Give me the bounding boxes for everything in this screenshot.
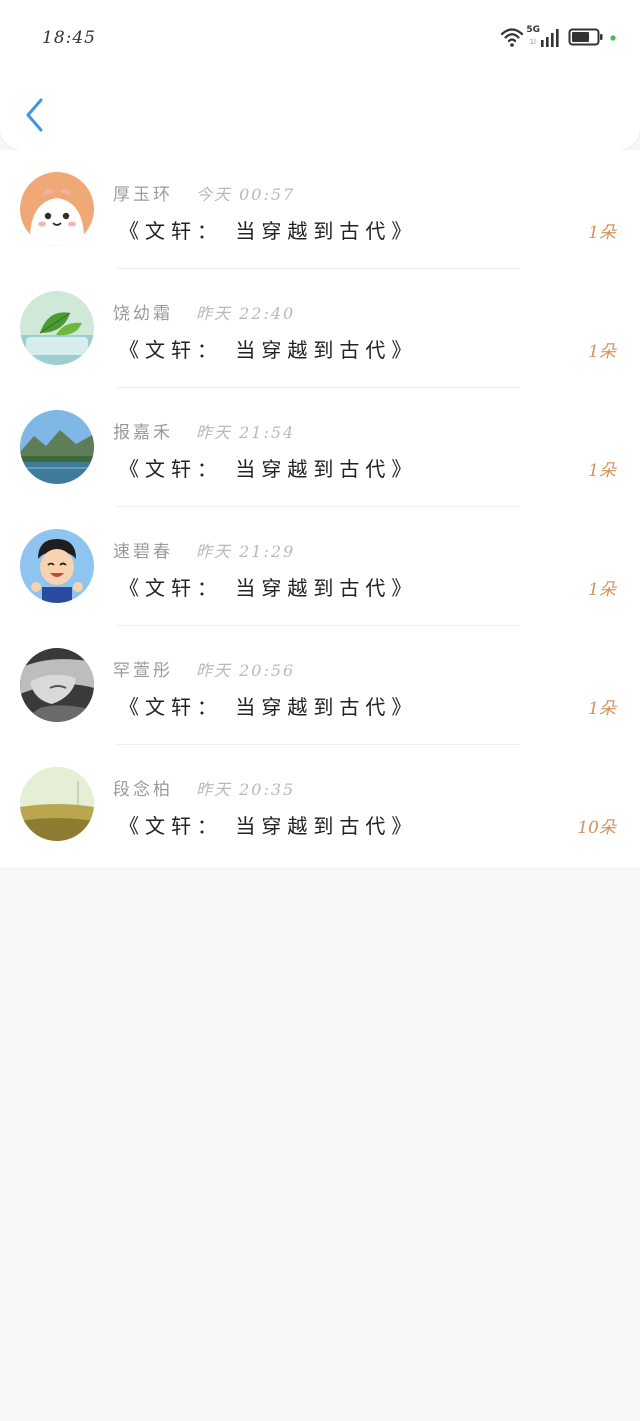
flower-count: 1朵 — [588, 342, 616, 362]
book-title: 《文轩： 当穿越到古代》 — [119, 338, 418, 362]
book-title: 《文轩： 当穿越到古代》 — [119, 457, 418, 481]
record-time: 昨天 21:29 — [196, 542, 296, 561]
user-name: 饶幼霜 — [113, 304, 173, 324]
flower-record-list: 厚玉环 今天 00:57 《文轩： 当穿越到古代》 1朵 饶幼霜 昨天 22:4… — [0, 150, 640, 867]
field-landscape-avatar-icon — [20, 767, 94, 841]
avatar[interactable] — [20, 648, 94, 722]
wifi-icon — [500, 28, 524, 47]
avatar[interactable] — [20, 172, 94, 246]
flower-count: 1朵 — [588, 223, 616, 243]
network-activity-label: 1l — [529, 38, 536, 46]
record-time: 今天 00:57 — [196, 185, 296, 204]
top-bar: 18:45 5G 1l — [0, 0, 640, 150]
chevron-left-icon — [26, 98, 43, 132]
mountain-lake-avatar-icon — [20, 410, 94, 484]
flower-count: 1朵 — [588, 580, 616, 600]
avatar[interactable] — [20, 767, 94, 841]
user-name: 段念柏 — [113, 780, 173, 800]
record-time: 昨天 20:56 — [196, 661, 296, 680]
network-type-label: 5G — [526, 25, 540, 35]
avatar[interactable] — [20, 410, 94, 484]
user-name: 速碧春 — [113, 542, 173, 562]
green-leaf-avatar-icon — [20, 291, 94, 365]
cartoon-boy-avatar-icon — [20, 529, 94, 603]
book-title: 《文轩： 当穿越到古代》 — [119, 695, 418, 719]
record-time: 昨天 21:54 — [196, 423, 296, 442]
list-item[interactable]: 段念柏 昨天 20:35 《文轩： 当穿越到古代》 10朵 — [0, 745, 640, 864]
avatar[interactable] — [20, 291, 94, 365]
status-time: 18:45 — [42, 28, 96, 48]
monochrome-portrait-avatar-icon — [20, 648, 94, 722]
list-item[interactable]: 报嘉禾 昨天 21:54 《文轩： 当穿越到古代》 1朵 — [0, 388, 640, 507]
signal-icon — [541, 29, 559, 47]
user-name: 报嘉禾 — [113, 423, 173, 443]
list-item[interactable]: 速碧春 昨天 21:29 《文轩： 当穿越到古代》 1朵 — [0, 507, 640, 626]
book-title: 《文轩： 当穿越到古代》 — [119, 814, 418, 838]
flower-count: 1朵 — [588, 699, 616, 719]
user-name: 厚玉环 — [113, 185, 173, 205]
user-name: 罕萱彤 — [113, 661, 173, 681]
list-item[interactable]: 罕萱彤 昨天 20:56 《文轩： 当穿越到古代》 1朵 — [0, 626, 640, 745]
avatar[interactable] — [20, 529, 94, 603]
list-item[interactable]: 厚玉环 今天 00:57 《文轩： 当穿越到古代》 1朵 — [0, 150, 640, 269]
back-button[interactable] — [16, 94, 56, 138]
record-time: 昨天 20:35 — [196, 780, 296, 799]
battery-icon — [568, 28, 603, 46]
flower-count: 1朵 — [588, 461, 616, 481]
book-title: 《文轩： 当穿越到古代》 — [119, 576, 418, 600]
flower-count: 10朵 — [577, 818, 616, 838]
list-item[interactable]: 饶幼霜 昨天 22:40 《文轩： 当穿越到古代》 1朵 — [0, 269, 640, 388]
record-time: 昨天 22:40 — [196, 304, 296, 323]
camera-indicator-icon — [610, 35, 616, 41]
book-title: 《文轩： 当穿越到古代》 — [119, 219, 418, 243]
cartoon-bunny-avatar-icon — [20, 172, 94, 246]
